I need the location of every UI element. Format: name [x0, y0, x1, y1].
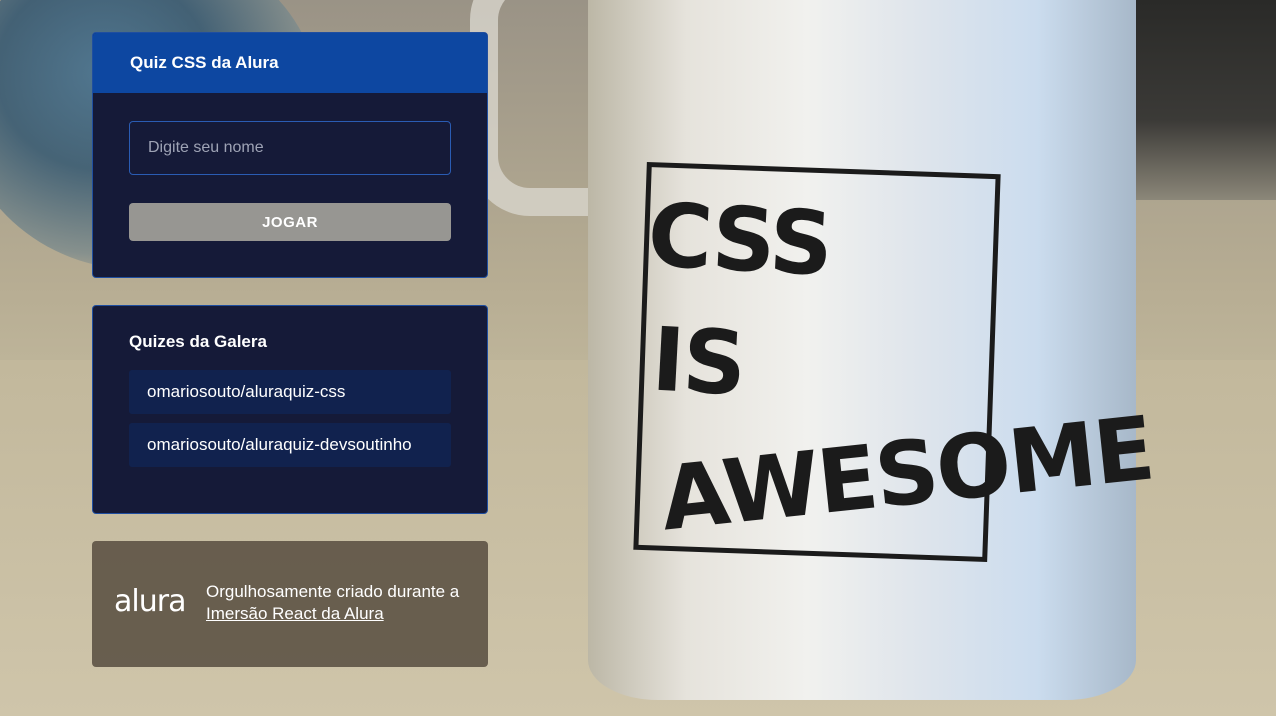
quiz-widget: Quiz CSS da Alura JOGAR	[92, 32, 488, 278]
quiz-title: Quiz CSS da Alura	[130, 53, 279, 72]
quiz-widget-body: JOGAR	[93, 93, 487, 277]
community-quiz-list: omariosouto/aluraquiz-css omariosouto/al…	[129, 370, 451, 467]
community-quizzes-widget: Quizes da Galera omariosouto/aluraquiz-c…	[92, 305, 488, 514]
footer: alura Orgulhosamente criado durante a Im…	[92, 541, 488, 667]
play-button[interactable]: JOGAR	[129, 203, 451, 241]
footer-description: Orgulhosamente criado durante a	[206, 582, 460, 601]
background-keyboard	[1116, 0, 1276, 200]
imersao-react-link[interactable]: Imersão React da Alura	[206, 604, 384, 623]
name-input[interactable]	[129, 121, 451, 175]
quiz-link-aluraquiz-devsoutinho[interactable]: omariosouto/aluraquiz-devsoutinho	[129, 423, 451, 467]
quiz-link-aluraquiz-css[interactable]: omariosouto/aluraquiz-css	[129, 370, 451, 414]
mug-text-css: CSS	[645, 183, 834, 296]
community-widget-body: Quizes da Galera omariosouto/aluraquiz-c…	[93, 306, 487, 512]
mug-text-is: IS	[649, 307, 747, 416]
community-quizzes-title: Quizes da Galera	[129, 332, 267, 351]
alura-logo[interactable]: alura	[114, 584, 186, 619]
footer-text: Orgulhosamente criado durante a Imersão …	[206, 581, 476, 625]
quiz-widget-header: Quiz CSS da Alura	[93, 33, 487, 93]
